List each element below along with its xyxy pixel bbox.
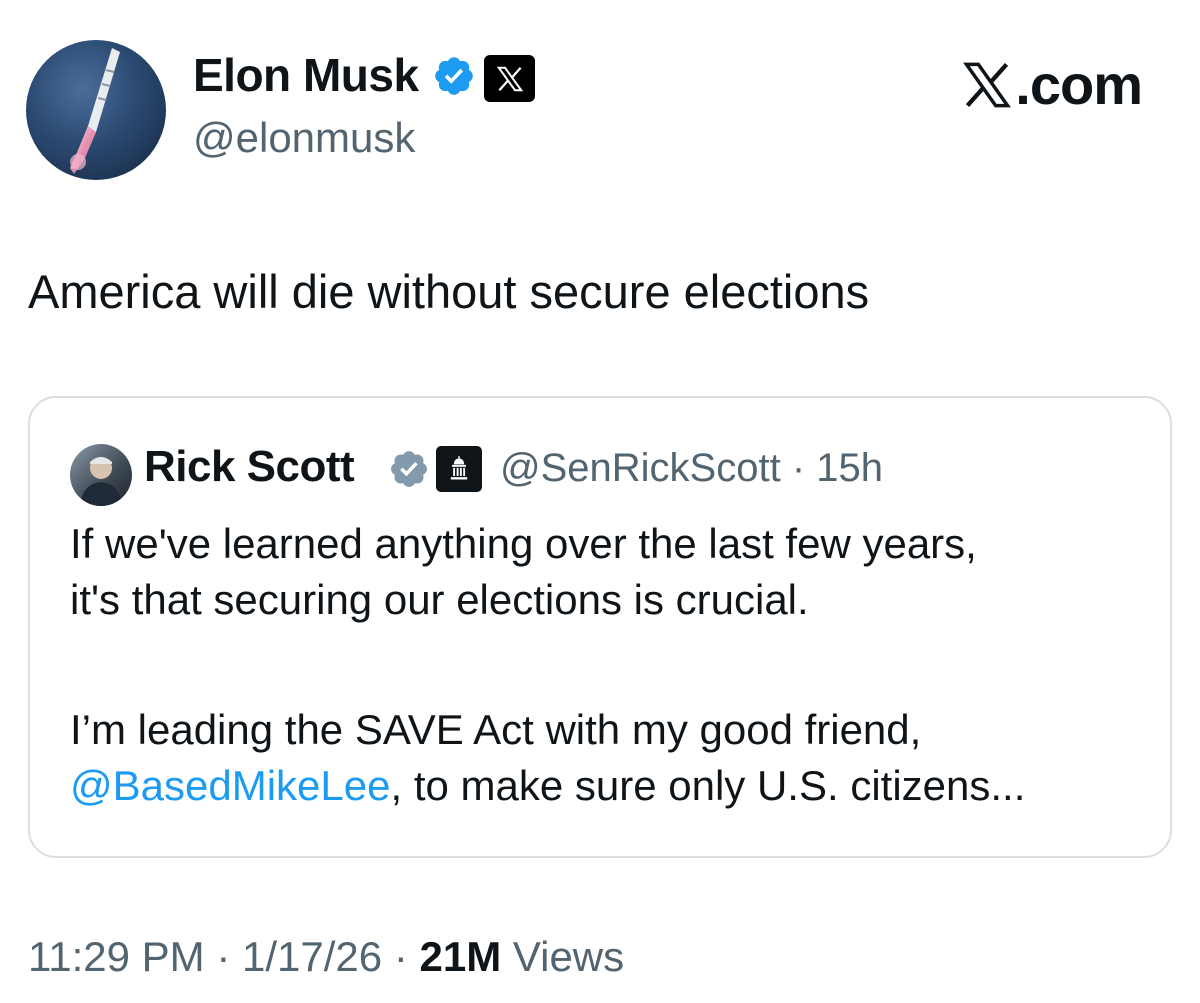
quoted-text-line: I’m leading the SAVE Act with my good fr… [70, 706, 922, 753]
author-handle[interactable]: @elonmusk [193, 114, 415, 162]
brand-watermark: .com [961, 52, 1143, 117]
brand-label: .com [1015, 53, 1143, 116]
author-avatar[interactable] [26, 40, 166, 180]
quoted-text-line: @BasedMikeLee, to make sure only U.S. ci… [70, 758, 1150, 814]
quoted-tweet-card[interactable]: Rick Scott @SenRickScott · 15h If we've … [28, 396, 1172, 858]
footer-separator: · [393, 933, 408, 980]
x-logo-icon [496, 66, 523, 91]
views-label: Views [512, 933, 625, 980]
author-name[interactable]: Elon Musk [193, 48, 419, 102]
meta-separator: · [791, 446, 806, 490]
views-count[interactable]: 21M [419, 933, 501, 980]
quoted-text-rest: , to make sure only U.S. citizens... [390, 762, 1026, 809]
quoted-author-avatar[interactable] [70, 444, 132, 506]
quoted-text-line: If we've learned anything over the last … [70, 520, 977, 567]
post-time[interactable]: 11:29 PM [28, 933, 205, 980]
verified-badge-icon[interactable] [388, 448, 430, 490]
tweet-text: America will die without secure election… [28, 265, 870, 318]
x-logo-icon [963, 62, 1012, 107]
quoted-text-line: it's that securing our elections is cruc… [70, 576, 809, 623]
quoted-timestamp[interactable]: 15h [816, 446, 883, 490]
affiliation-badge[interactable] [484, 55, 535, 102]
post-date[interactable]: 1/17/26 [242, 933, 382, 980]
mention-link[interactable]: @BasedMikeLee [70, 762, 390, 809]
footer-separator: · [216, 933, 231, 980]
government-affiliation-badge[interactable] [436, 446, 482, 492]
government-building-icon [450, 456, 468, 480]
person-photo-icon [80, 457, 122, 506]
quoted-author-name[interactable]: Rick Scott [144, 442, 355, 492]
tweet-footer: 11:29 PM · 1/17/26 · 21M Views [28, 933, 624, 981]
quoted-meta: @SenRickScott · 15h [500, 446, 883, 491]
quoted-tweet-text: If we've learned anything over the last … [70, 516, 1150, 814]
verified-badge-icon[interactable] [432, 54, 476, 98]
rocket-launch-avatar [70, 48, 120, 174]
quoted-author-handle[interactable]: @SenRickScott [500, 446, 781, 490]
